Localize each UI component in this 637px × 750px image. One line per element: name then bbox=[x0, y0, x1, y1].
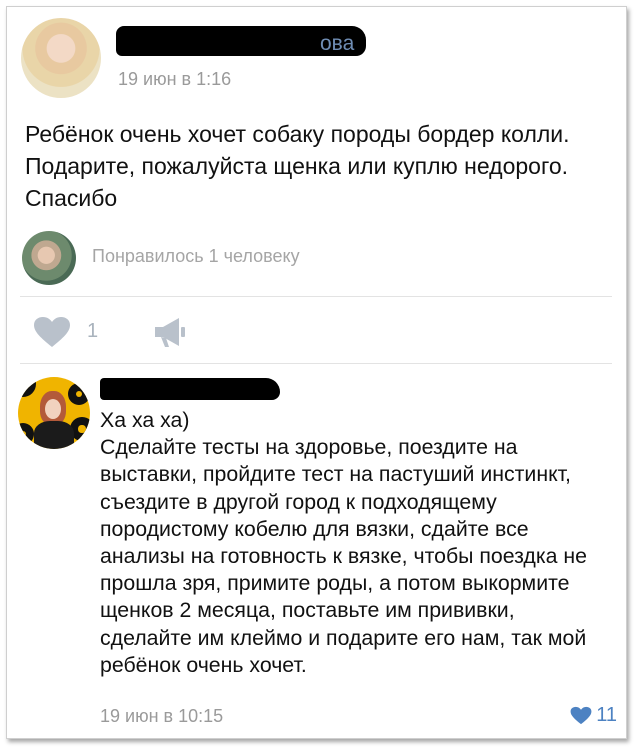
comment-text: Сделайте тесты на здоровье, поездите на … bbox=[100, 435, 587, 677]
commenter-avatar[interactable] bbox=[18, 377, 90, 449]
divider bbox=[20, 296, 612, 297]
vinyl-disc-shape bbox=[18, 423, 34, 445]
divider bbox=[20, 363, 612, 364]
post-like-count[interactable]: 1 bbox=[87, 320, 98, 343]
post-text: Ребёнок очень хочет собаку породы бордер… bbox=[25, 121, 570, 211]
megaphone-icon[interactable] bbox=[152, 315, 188, 349]
liker-avatar[interactable] bbox=[22, 231, 76, 285]
vinyl-disc-shape bbox=[18, 377, 36, 397]
post-author-avatar[interactable] bbox=[21, 18, 101, 98]
portrait-body bbox=[34, 421, 74, 449]
comment-like-button[interactable]: 11 bbox=[570, 704, 617, 727]
comment-like-count: 11 bbox=[596, 704, 617, 726]
comment-greeting: Ха ха ха) bbox=[100, 408, 190, 432]
post-timestamp[interactable]: 19 июн в 1:16 bbox=[118, 69, 231, 90]
redacted-commenter-name bbox=[100, 378, 280, 400]
comment-timestamp[interactable]: 19 июн в 10:15 bbox=[100, 706, 223, 727]
post-author-name-tail[interactable]: ова bbox=[320, 32, 354, 56]
comment-body: Ха ха ха) Сделайте тесты на здоровье, по… bbox=[100, 407, 610, 679]
heart-icon bbox=[570, 706, 592, 725]
liked-by-text[interactable]: Понравилось 1 человеку bbox=[92, 246, 300, 267]
vinyl-disc-shape bbox=[68, 383, 90, 405]
heart-icon[interactable] bbox=[33, 316, 71, 348]
portrait-face bbox=[45, 399, 61, 419]
